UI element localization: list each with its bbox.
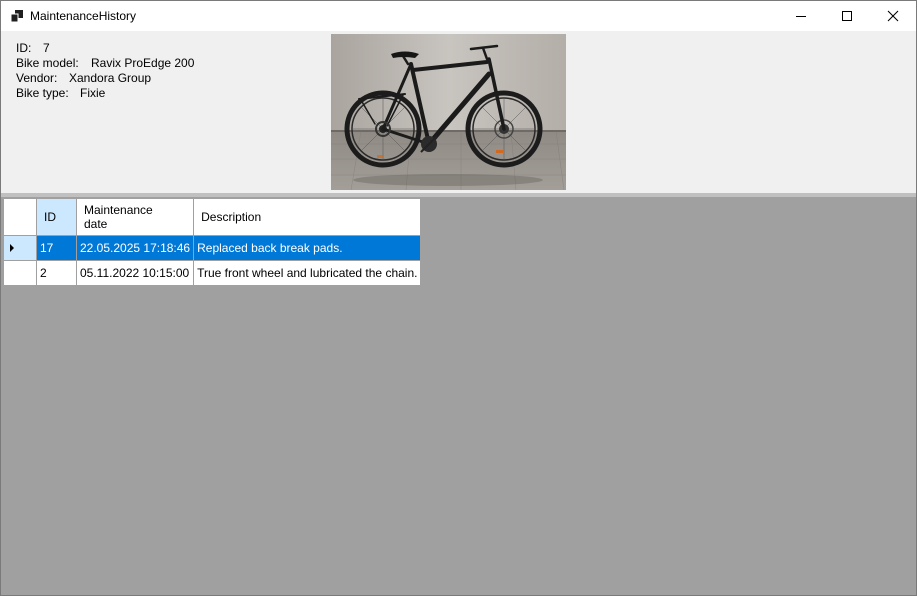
cell-date[interactable]: 05.11.2022 10:15:00: [75, 260, 195, 286]
bike-type-row: Bike type: Fixie: [16, 86, 105, 101]
cell-id[interactable]: 2: [36, 260, 77, 286]
bike-photo: [331, 34, 566, 190]
column-header-id[interactable]: ID: [36, 198, 77, 236]
table-row[interactable]: 2 05.11.2022 10:15:00 True front wheel a…: [3, 260, 422, 286]
bike-model-row: Bike model: Ravix ProEdge 200: [16, 56, 194, 71]
maintenance-data-grid[interactable]: ID Maintenance date Description 17 22.05…: [3, 198, 422, 286]
title-bar[interactable]: MaintenanceHistory: [1, 1, 916, 31]
bike-type-label: Bike type:: [16, 86, 69, 100]
bike-id-value: 7: [43, 41, 50, 55]
row-header[interactable]: [3, 235, 37, 261]
column-header-maintenance-date[interactable]: Maintenance date: [75, 198, 195, 236]
maximize-icon: [842, 11, 852, 21]
bike-type-value: Fixie: [80, 86, 106, 100]
minimize-button[interactable]: [778, 1, 824, 31]
window-title: MaintenanceHistory: [30, 9, 137, 23]
maximize-button[interactable]: [824, 1, 870, 31]
column-header-description[interactable]: Description: [193, 198, 422, 236]
minimize-icon: [796, 16, 806, 17]
column-header-date-line1: Maintenance: [84, 203, 153, 217]
maintenance-grid-area: ID Maintenance date Description 17 22.05…: [1, 197, 916, 595]
row-header-corner[interactable]: [3, 198, 37, 236]
vendor-row: Vendor: Xandora Group: [16, 71, 151, 86]
bike-model-label: Bike model:: [16, 56, 79, 70]
bike-id-row: ID: 7: [16, 41, 50, 56]
cell-description[interactable]: True front wheel and lubricated the chai…: [193, 260, 422, 286]
maintenance-history-window: MaintenanceHistory ID: 7 Bike model: Rav…: [0, 0, 917, 596]
bike-id-label: ID:: [16, 41, 32, 55]
vendor-value: Xandora Group: [69, 71, 152, 85]
close-button[interactable]: [870, 1, 916, 31]
vendor-label: Vendor:: [16, 71, 58, 85]
current-row-arrow-icon: [10, 244, 14, 252]
column-header-date-line2: date: [84, 217, 108, 231]
close-icon: [887, 10, 899, 22]
grid-header-row: ID Maintenance date Description: [3, 198, 422, 236]
cell-date[interactable]: 22.05.2025 17:18:46: [75, 235, 195, 261]
cell-id[interactable]: 17: [36, 235, 77, 261]
cell-description[interactable]: Replaced back break pads.: [193, 235, 422, 261]
table-row[interactable]: 17 22.05.2025 17:18:46 Replaced back bre…: [3, 235, 422, 261]
row-header[interactable]: [3, 260, 37, 286]
bike-model-value: Ravix ProEdge 200: [91, 56, 195, 70]
app-window-icon: [11, 10, 23, 22]
